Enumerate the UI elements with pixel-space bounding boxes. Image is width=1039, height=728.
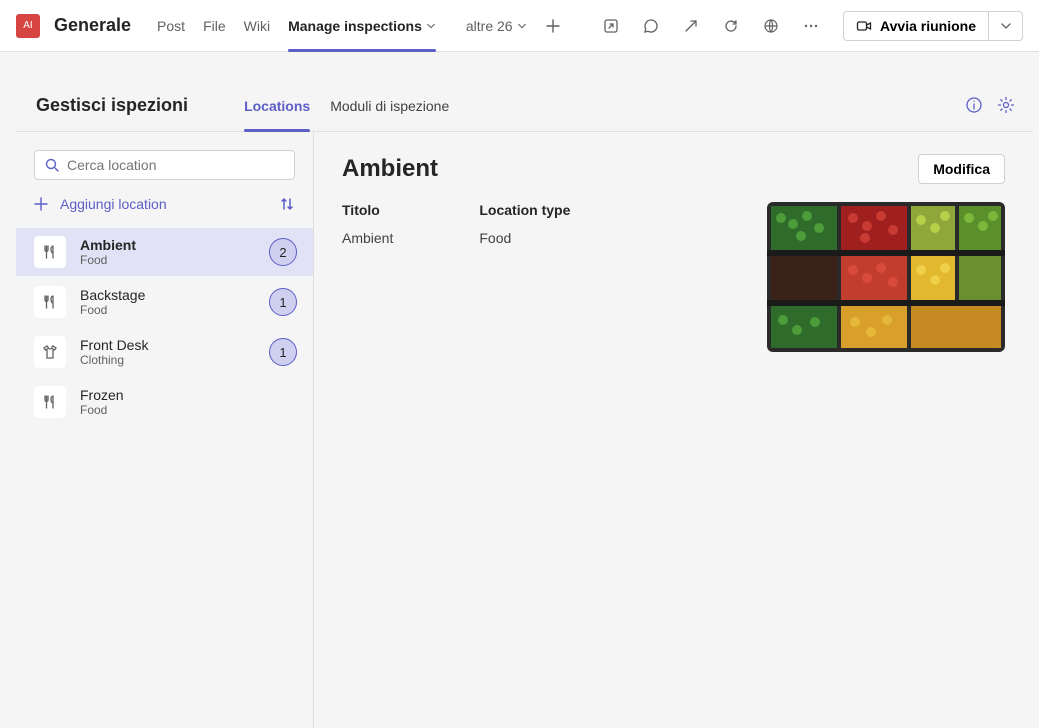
tab-more-label: altre 26	[466, 18, 513, 34]
gear-icon	[997, 96, 1015, 114]
location-badge: 2	[269, 238, 297, 266]
chevron-down-icon	[517, 21, 527, 31]
app-header-icons	[965, 96, 1017, 116]
app-body: Gestisci ispezioni Locations Moduli di i…	[16, 68, 1033, 728]
settings-button[interactable]	[997, 96, 1017, 116]
location-name: Frozen	[80, 387, 297, 403]
utensils-icon	[34, 236, 66, 268]
detail-col-type: Location type Food	[479, 202, 570, 352]
tab-post[interactable]: Post	[149, 0, 193, 52]
tab-row: Post File Wiki Manage inspections altre …	[149, 0, 595, 52]
tab-manage-label: Manage inspections	[288, 18, 422, 34]
popout-button[interactable]	[675, 10, 707, 42]
location-subtitle: Food	[80, 303, 255, 317]
plus-icon	[34, 197, 48, 211]
refresh-icon	[723, 18, 739, 34]
meeting-options-button[interactable]	[989, 11, 1023, 41]
add-tab-button[interactable]	[537, 10, 569, 42]
globe-icon	[763, 18, 779, 34]
meet-button-group: Avvia riunione	[843, 11, 1023, 41]
chevron-down-icon	[1000, 20, 1012, 32]
detail-type-label: Location type	[479, 202, 570, 218]
top-header: AI Generale Post File Wiki Manage inspec…	[0, 0, 1039, 52]
channel-avatar: AI	[16, 14, 40, 38]
left-panel: Aggiungi location AmbientFood2BackstageF…	[16, 132, 314, 728]
start-meeting-label: Avvia riunione	[880, 18, 976, 34]
app-tabs: Locations Moduli di ispezione	[236, 80, 457, 132]
location-item[interactable]: AmbientFood 2	[16, 228, 313, 276]
location-badge: 1	[269, 288, 297, 316]
tab-more[interactable]: altre 26	[458, 0, 535, 52]
location-name: Ambient	[80, 237, 255, 253]
detail-image	[767, 202, 1005, 352]
location-badge: 1	[269, 338, 297, 366]
location-item[interactable]: Front DeskClothing 1	[16, 328, 313, 376]
header-icon-group: Avvia riunione	[595, 10, 1023, 42]
utensils-icon	[34, 286, 66, 318]
add-location-label: Aggiungi location	[60, 196, 167, 212]
more-button[interactable]	[795, 10, 827, 42]
search-icon	[45, 158, 59, 172]
location-text: Front DeskClothing	[80, 337, 255, 367]
detail-body: Titolo Ambient Location type Food	[342, 202, 1005, 352]
location-name: Backstage	[80, 287, 255, 303]
location-name: Front Desk	[80, 337, 255, 353]
detail-header: Ambient Modifica	[342, 154, 1005, 184]
more-icon	[803, 18, 819, 34]
location-subtitle: Clothing	[80, 353, 255, 367]
app-main: Aggiungi location AmbientFood2BackstageF…	[16, 132, 1033, 728]
search-input[interactable]	[67, 157, 284, 173]
chat-button[interactable]	[635, 10, 667, 42]
detail-title-value: Ambient	[342, 230, 393, 246]
location-item[interactable]: BackstageFood 1	[16, 278, 313, 326]
location-subtitle: Food	[80, 253, 255, 267]
location-text: FrozenFood	[80, 387, 297, 417]
sort-icon	[279, 196, 295, 212]
search-wrap	[16, 150, 313, 180]
refresh-button[interactable]	[715, 10, 747, 42]
add-location-button[interactable]: Aggiungi location	[34, 196, 167, 212]
location-text: BackstageFood	[80, 287, 255, 317]
website-button[interactable]	[755, 10, 787, 42]
info-icon	[965, 96, 983, 114]
location-item[interactable]: FrozenFood	[16, 378, 313, 426]
shirt-icon	[34, 336, 66, 368]
edit-button[interactable]: Modifica	[918, 154, 1005, 184]
start-meeting-button[interactable]: Avvia riunione	[843, 11, 989, 41]
location-list: AmbientFood2BackstageFood1Front DeskClot…	[16, 224, 313, 430]
app-title: Gestisci ispezioni	[36, 95, 188, 116]
utensils-icon	[34, 386, 66, 418]
detail-columns: Titolo Ambient Location type Food	[342, 202, 743, 352]
tab-file[interactable]: File	[195, 0, 234, 52]
open-app-button[interactable]	[595, 10, 627, 42]
video-icon	[856, 18, 872, 34]
location-subtitle: Food	[80, 403, 297, 417]
detail-type-value: Food	[479, 230, 570, 246]
info-button[interactable]	[965, 96, 985, 116]
add-row: Aggiungi location	[16, 180, 313, 224]
detail-panel: Ambient Modifica Titolo Ambient Location…	[314, 132, 1033, 728]
tab-manage-inspections[interactable]: Manage inspections	[280, 0, 444, 52]
detail-title-label: Titolo	[342, 202, 393, 218]
detail-col-title: Titolo Ambient	[342, 202, 393, 352]
channel-title: Generale	[54, 15, 131, 36]
sort-button[interactable]	[279, 196, 295, 212]
box-arrow-icon	[603, 18, 619, 34]
app-header: Gestisci ispezioni Locations Moduli di i…	[16, 68, 1033, 132]
search-box[interactable]	[34, 150, 295, 180]
plus-icon	[546, 19, 560, 33]
tab-wiki[interactable]: Wiki	[236, 0, 278, 52]
detail-title: Ambient	[342, 155, 438, 183]
app-tab-forms[interactable]: Moduli di ispezione	[322, 80, 457, 132]
app-tab-locations[interactable]: Locations	[236, 80, 318, 132]
produce-image-icon	[767, 202, 1005, 352]
chat-icon	[643, 18, 659, 34]
popout-icon	[683, 18, 699, 34]
chevron-down-icon	[426, 21, 436, 31]
location-text: AmbientFood	[80, 237, 255, 267]
